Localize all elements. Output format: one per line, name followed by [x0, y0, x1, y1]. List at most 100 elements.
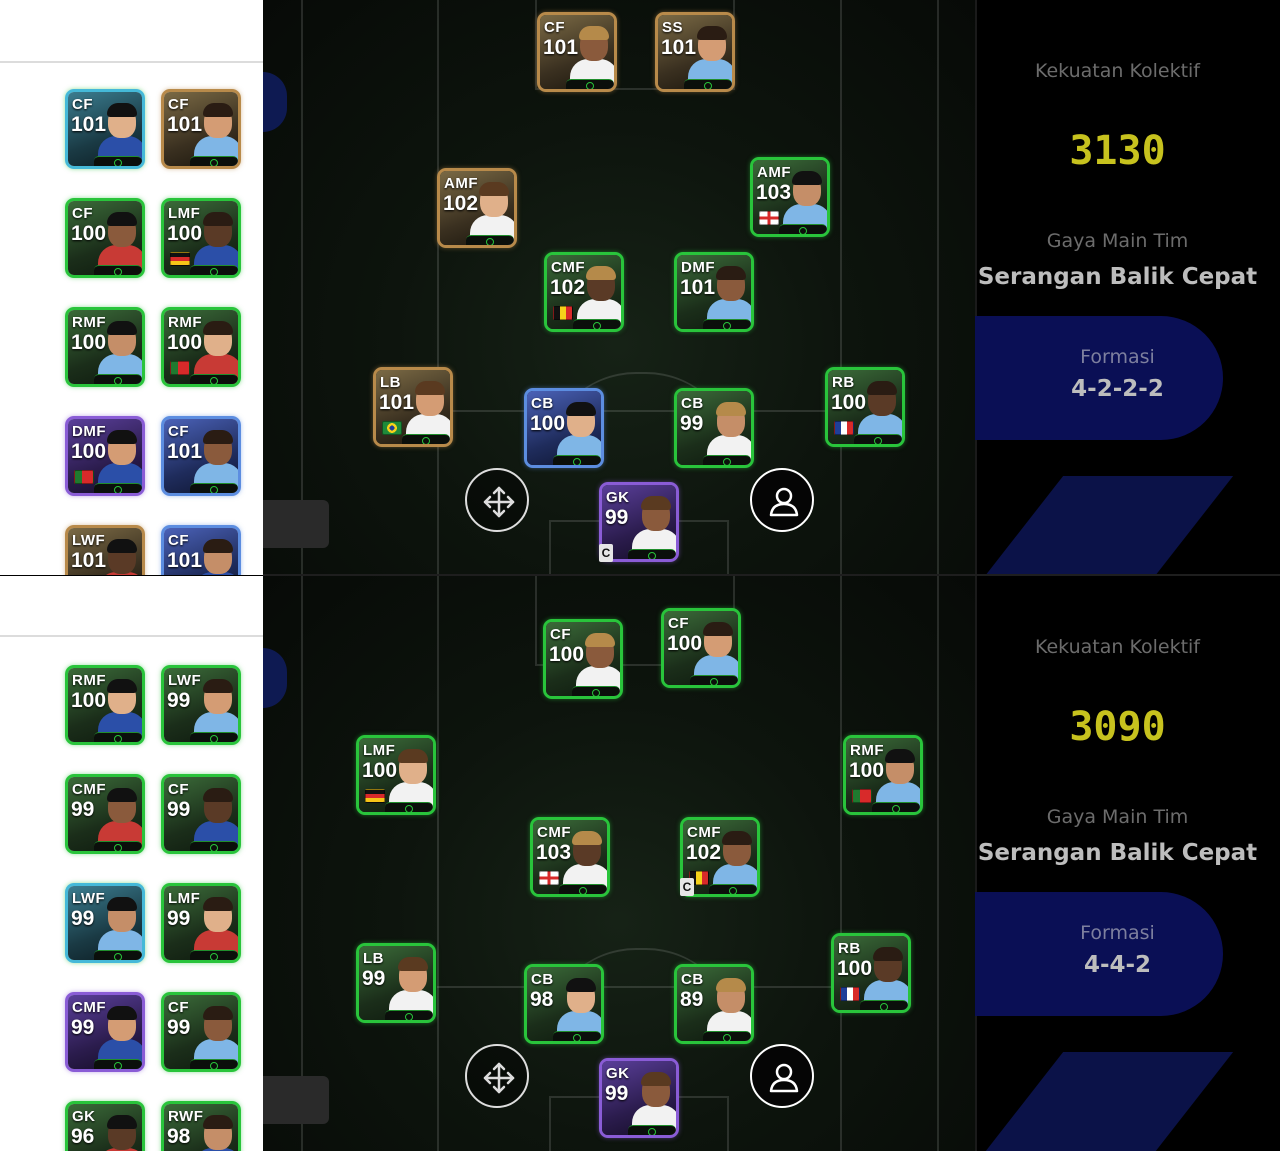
player-position: GK: [72, 1108, 96, 1125]
player-position: DMF: [72, 423, 106, 440]
pitch-player-card-cmf[interactable]: CMF 102: [544, 252, 624, 332]
player-rating: 101: [167, 440, 203, 463]
card-base: [94, 265, 142, 275]
bench-player-card-lwf[interactable]: LWF 101: [65, 525, 145, 575]
player-rating: 101: [543, 36, 579, 59]
brazil-flag-icon: [382, 421, 402, 435]
person-icon[interactable]: [750, 468, 814, 532]
bench-player-card-cf[interactable]: CF 101: [65, 89, 145, 169]
pitch-player-card-lmf[interactable]: LMF 100: [356, 735, 436, 815]
pitch-player-card-rmf[interactable]: RMF 100: [843, 735, 923, 815]
player-rating: 99: [71, 1016, 95, 1039]
pitch-player-card-gk[interactable]: GK 99: [599, 1058, 679, 1138]
player-position: GK: [606, 489, 630, 506]
pitch-player-card-cf[interactable]: CF 101: [537, 12, 617, 92]
player-rating: 99: [167, 689, 191, 712]
card-base: [703, 1031, 751, 1041]
collective-strength-label: Kekuatan Kolektif: [1034, 636, 1200, 658]
pitch-player-card-cf[interactable]: CF 100: [543, 619, 623, 699]
player-rating: 102: [550, 276, 586, 299]
bench-player-card-cf[interactable]: CF 101: [161, 89, 241, 169]
bench-player-card-dmf[interactable]: DMF 100: [65, 416, 145, 496]
player-position: AMF: [444, 175, 478, 192]
bench-player-card-cmf[interactable]: CMF 99: [65, 992, 145, 1072]
pitch-player-card-amf[interactable]: AMF 102: [437, 168, 517, 248]
pitch-player-card-rb[interactable]: RB 100: [825, 367, 905, 447]
player-position: GK: [606, 1065, 630, 1082]
pitch-player-card-amf[interactable]: AMF 103: [750, 157, 830, 237]
player-position: RMF: [850, 742, 884, 759]
formation-value: 4-4-2: [1083, 952, 1152, 978]
belgium-flag-icon: [553, 306, 573, 320]
pitch-player-card-cmf[interactable]: CMF 103: [530, 817, 610, 897]
side-handle[interactable]: [263, 500, 329, 548]
player-rating: 99: [167, 907, 191, 930]
player-rating: 99: [71, 798, 95, 821]
pitch-player-card-lb[interactable]: LB 101: [373, 367, 453, 447]
pitch-line: [437, 0, 439, 575]
bench-player-card-rmf[interactable]: RMF 100: [65, 307, 145, 387]
player-position: RWF: [168, 1108, 204, 1125]
player-rating: 100: [71, 222, 107, 245]
move-arrows-icon[interactable]: [465, 1044, 529, 1108]
player-rating: 100: [530, 412, 566, 435]
player-position: CB: [531, 395, 554, 412]
player-rating: 101: [167, 113, 203, 136]
player-rating: 101: [71, 549, 107, 572]
card-base: [684, 79, 732, 89]
germany-flag-icon: [170, 252, 190, 266]
card-base: [779, 224, 827, 234]
player-position: LMF: [168, 205, 201, 222]
bench-player-card-lmf[interactable]: LMF 100: [161, 198, 241, 278]
bench-divider: [0, 61, 263, 63]
pitch-player-card-dmf[interactable]: DMF 101: [674, 252, 754, 332]
card-base: [190, 156, 238, 166]
move-arrows-icon[interactable]: [465, 468, 529, 532]
bench-player-card-cf[interactable]: CF 101: [161, 525, 241, 575]
card-base: [572, 686, 620, 696]
pitch-player-card-cb[interactable]: CB 89: [674, 964, 754, 1044]
pitch-player-card-rb[interactable]: RB 100: [831, 933, 911, 1013]
france-flag-icon: [834, 421, 854, 435]
card-base: [872, 802, 920, 812]
player-rating: 100: [71, 331, 107, 354]
side-handle[interactable]: [263, 1076, 329, 1124]
card-base: [385, 1010, 433, 1020]
player-position: CF: [668, 615, 689, 632]
bench-player-card-lwf[interactable]: LWF 99: [65, 883, 145, 963]
bench-player-card-rmf[interactable]: RMF 100: [65, 665, 145, 745]
bench-player-card-cf[interactable]: CF 101: [161, 416, 241, 496]
player-rating: 100: [667, 632, 703, 655]
player-position: LWF: [168, 672, 202, 689]
player-position: LWF: [72, 532, 106, 549]
pitch-player-card-cf[interactable]: CF 100: [661, 608, 741, 688]
player-rating: 100: [362, 759, 398, 782]
card-base: [566, 79, 614, 89]
bench-player-card-cf[interactable]: CF 100: [65, 198, 145, 278]
collective-strength-value: 3090: [1069, 704, 1166, 750]
bench-player-card-lwf[interactable]: LWF 99: [161, 665, 241, 745]
player-rating: 101: [680, 276, 716, 299]
card-base: [94, 841, 142, 851]
pitch-player-card-ss[interactable]: SS 101: [655, 12, 735, 92]
player-position: CF: [168, 999, 189, 1016]
player-position: CF: [72, 96, 93, 113]
card-base: [559, 884, 607, 894]
player-rating: 96: [71, 1125, 95, 1148]
pitch-player-card-lb[interactable]: LB 99: [356, 943, 436, 1023]
bench-player-card-lmf[interactable]: LMF 99: [161, 883, 241, 963]
squad-panel-top: Kekuatan Kolektif 3130 Gaya Main Tim Ser…: [0, 0, 1280, 575]
pitch-player-card-cb[interactable]: CB 98: [524, 964, 604, 1044]
bench-player-card-gk[interactable]: GK 96: [65, 1101, 145, 1151]
player-rating: 99: [605, 1082, 629, 1105]
bench-player-card-cf[interactable]: CF 99: [161, 774, 241, 854]
pitch-player-card-cb[interactable]: CB 100: [524, 388, 604, 468]
person-icon[interactable]: [750, 1044, 814, 1108]
bench-player-card-cf[interactable]: CF 99: [161, 992, 241, 1072]
collective-strength-value: 3130: [1069, 128, 1166, 174]
card-base: [553, 455, 601, 465]
bench-player-card-rmf[interactable]: RMF 100: [161, 307, 241, 387]
bench-player-card-rwf[interactable]: RWF 98: [161, 1101, 241, 1151]
pitch-player-card-cb[interactable]: CB 99: [674, 388, 754, 468]
bench-player-card-cmf[interactable]: CMF 99: [65, 774, 145, 854]
